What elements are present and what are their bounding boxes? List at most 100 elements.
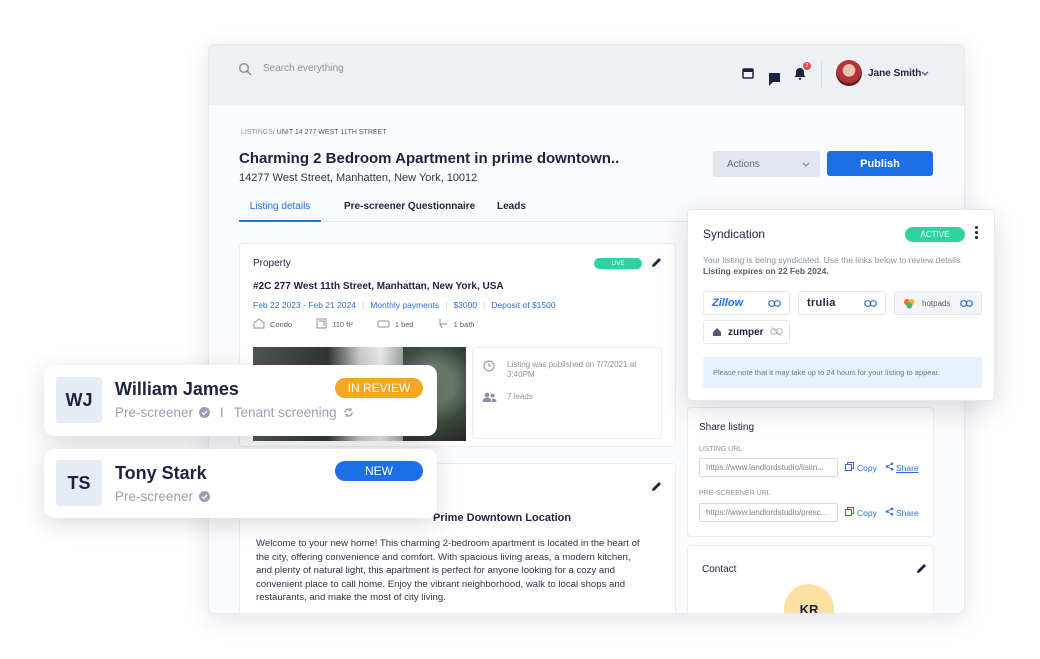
- step-pre-screener: Pre-screener: [115, 405, 194, 420]
- applicant-card-tony[interactable]: TS Tony Stark NEW Pre-screener: [44, 449, 437, 518]
- link-icon: [960, 294, 973, 312]
- more-options-icon[interactable]: [975, 226, 978, 239]
- lease-info: Feb 22 2023 - Feb 21 2024 | Monthly paym…: [253, 300, 556, 310]
- area-icon: [316, 318, 327, 331]
- lease-dates: Feb 22 2023 - Feb 21 2024: [253, 300, 357, 310]
- breadcrumb-current: UNIT 14 277 WEST 11TH STREET: [276, 129, 387, 136]
- copy-prescreener-button[interactable]: Copy: [845, 507, 877, 518]
- edit-icon[interactable]: [650, 256, 662, 268]
- property-address: #2C 277 West 11th Street, Manhattan, New…: [253, 281, 504, 292]
- share-label: Share: [896, 462, 919, 473]
- breadcrumb-root[interactable]: LISTINGS/: [241, 129, 275, 136]
- trulia-link[interactable]: trulia: [798, 291, 886, 315]
- zillow-link[interactable]: Zillow: [703, 291, 790, 315]
- syndication-expiry: Listing expires on 22 Feb 2024.: [703, 266, 829, 276]
- applicant-card-william[interactable]: WJ William James IN REVIEW Pre-screener …: [44, 365, 437, 436]
- syndication-note: Please note that it may take up to 24 ho…: [703, 357, 982, 388]
- bath-icon: [438, 318, 449, 331]
- property-area: 110 ft²: [332, 320, 353, 329]
- chevron-down-icon[interactable]: [920, 69, 930, 79]
- clock-icon: [483, 359, 495, 377]
- link-off-icon: [769, 323, 783, 341]
- copy-label: Copy: [857, 507, 877, 518]
- description-body: Welcome to your new home! This charming …: [256, 538, 640, 603]
- search-icon[interactable]: [237, 61, 253, 77]
- listing-url-label: LISTING URL: [699, 446, 743, 453]
- share-listing-button[interactable]: Share: [885, 462, 919, 473]
- prescreener-url-label: PRE-SCREENER URL: [699, 490, 771, 497]
- edit-icon[interactable]: [915, 562, 927, 574]
- step-separator: I: [220, 405, 224, 420]
- actions-label: Actions: [727, 158, 760, 170]
- hotpads-logo: hotpads: [922, 298, 951, 308]
- publish-button[interactable]: Publish: [827, 151, 933, 176]
- user-name[interactable]: Jane Smith: [868, 68, 921, 79]
- rent-amount: $3000: [453, 300, 478, 310]
- step-tenant-screening: Tenant screening: [233, 405, 337, 420]
- live-badge: LIVE: [594, 258, 642, 269]
- trulia-logo: trulia: [807, 297, 836, 309]
- applicant-steps: Pre-screener I Tenant screening: [115, 405, 354, 420]
- new-badge: NEW: [335, 461, 423, 481]
- syndication-desc-text: Your listing is being syndicated. Use th…: [703, 255, 963, 265]
- deposit-amount: Deposit of $1500: [491, 300, 556, 310]
- property-specs: Condo 110 ft² 1 bed 1 bath: [253, 318, 474, 331]
- avatar[interactable]: [836, 60, 862, 86]
- step-pre-screener: Pre-screener: [115, 489, 194, 504]
- hotpads-mark-icon: [903, 298, 916, 309]
- edit-icon[interactable]: [650, 480, 662, 492]
- calendar-icon[interactable]: [741, 66, 755, 80]
- property-beds: 1 bed: [394, 320, 414, 329]
- syndication-panel: Syndication ACTIVE Your listing is being…: [687, 209, 995, 401]
- check-circle-icon: [199, 407, 211, 418]
- applicant-initials: TS: [56, 460, 102, 506]
- share-prescreener-button[interactable]: Share: [885, 507, 919, 518]
- description-heading: Prime Downtown Location: [433, 512, 572, 524]
- property-header: Property: [253, 258, 291, 269]
- syndication-description: Your listing is being syndicated. Use th…: [703, 255, 973, 277]
- share-icon: [885, 507, 894, 518]
- copy-icon: [845, 462, 854, 473]
- check-circle-icon: [199, 491, 211, 502]
- people-icon: [482, 390, 497, 408]
- chat-icon[interactable]: [767, 71, 781, 87]
- link-icon: [768, 294, 781, 312]
- property-baths: 1 bath: [453, 320, 475, 329]
- share-icon: [885, 462, 894, 473]
- page-title: Charming 2 Bedroom Apartment in prime do…: [239, 150, 620, 167]
- applicant-name: Tony Stark: [115, 463, 207, 483]
- tab-pre-screener[interactable]: Pre-screener Questionnaire: [344, 201, 475, 212]
- contact-avatar[interactable]: KR: [784, 584, 834, 613]
- top-bar: Search everything 2 Jane Smith: [209, 45, 964, 105]
- active-badge: ACTIVE: [905, 227, 965, 242]
- leads-count[interactable]: 7 leads: [507, 392, 533, 401]
- divider: [821, 61, 822, 87]
- property-type: Condo: [270, 320, 293, 329]
- page-subtitle: 14277 West Street, Manhatten, New York, …: [239, 172, 478, 184]
- actions-dropdown[interactable]: Actions: [713, 151, 820, 177]
- tab-leads[interactable]: Leads: [497, 201, 526, 212]
- zillow-logo: Zillow: [712, 297, 744, 309]
- zumper-logo: zumper: [728, 326, 764, 338]
- published-text: Listing was published on 7/7/2021 at 3:4…: [507, 360, 637, 379]
- copy-icon: [845, 507, 854, 518]
- applicant-name: William James: [115, 379, 239, 399]
- notification-badge: 2: [803, 62, 811, 70]
- copy-listing-button[interactable]: Copy: [845, 462, 877, 473]
- share-title: Share listing: [699, 422, 755, 433]
- zumper-link[interactable]: zumper: [703, 320, 790, 344]
- search-input[interactable]: Search everything: [263, 63, 344, 74]
- sync-icon: [343, 407, 354, 418]
- prescreener-url-field[interactable]: https://www.landlordstudio/presc...: [699, 503, 838, 522]
- chevron-down-icon: [802, 155, 810, 173]
- copy-label: Copy: [857, 462, 877, 473]
- payment-frequency: Monthly payments: [370, 300, 440, 310]
- breadcrumb: LISTINGS/ UNIT 14 277 WEST 11TH STREET: [241, 129, 387, 136]
- listing-stats: Listing was published on 7/7/2021 at 3:4…: [472, 347, 662, 439]
- listing-url-field[interactable]: https://www.landlordstudio/listin...: [699, 458, 838, 477]
- syndication-title: Syndication: [703, 227, 766, 241]
- applicant-initials: WJ: [56, 377, 102, 423]
- hotpads-link[interactable]: hotpads: [894, 291, 982, 315]
- share-label: Share: [896, 507, 919, 518]
- tab-listing-details[interactable]: Listing details: [239, 201, 321, 222]
